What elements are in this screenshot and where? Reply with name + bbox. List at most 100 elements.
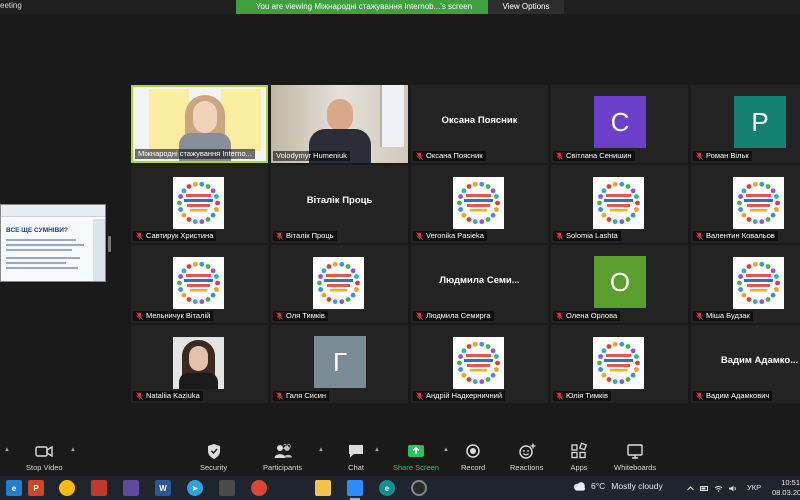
participant-tile[interactable]: Юлія Тимків [551, 325, 688, 403]
clock-date: 08.03.20 [772, 488, 800, 497]
audio-options-caret[interactable]: ▲ [4, 447, 10, 453]
chrome-icon-2[interactable] [251, 480, 267, 496]
shared-slide: ВСЕ ЩЕ СУМНІВИ? [1, 219, 93, 281]
stop-video-button[interactable]: Stop Video [26, 442, 63, 472]
participant-name: Nataliia Kaziuka [146, 391, 200, 400]
system-clock[interactable]: 10:51 08.03.20 [772, 478, 800, 498]
apps-button[interactable]: Apps [569, 442, 589, 472]
chat-button[interactable]: Chat [346, 442, 366, 472]
participant-name-label: Валентин Ковальов [693, 231, 778, 241]
word-icon[interactable]: W [155, 480, 171, 496]
powerpoint-ribbon [1, 205, 105, 217]
archive-icon[interactable] [123, 480, 139, 496]
reactions-label: Reactions [510, 463, 544, 472]
participant-tile[interactable]: Volodymyr Humeniuk [271, 85, 408, 163]
apps-label: Apps [570, 463, 588, 472]
chat-options-caret[interactable]: ▲ [374, 447, 380, 453]
view-options-button[interactable]: View Options [488, 0, 564, 14]
chat-bubble-icon [349, 445, 363, 458]
participant-name: Вадим Адамкович [706, 391, 770, 400]
participant-tile[interactable]: Савтирук Христина [131, 165, 268, 243]
participant-name: Volodymyr Humeniuk [276, 151, 347, 160]
chrome-icon[interactable] [59, 480, 75, 496]
battery-icon[interactable] [700, 484, 709, 493]
whiteboards-label: Whiteboards [614, 463, 657, 472]
mic-muted-icon [416, 312, 423, 320]
obs-icon[interactable] [411, 480, 427, 496]
wifi-icon[interactable] [714, 484, 723, 493]
program-logo-icon [177, 261, 220, 305]
participant-name-label: Галя Сисин [273, 391, 330, 401]
speaker-icon[interactable] [728, 484, 737, 493]
participant-name: Solomia Lashta [566, 231, 618, 240]
participant-tile[interactable]: Оля Тимків [271, 245, 408, 323]
reactions-button[interactable]: Reactions [510, 442, 543, 472]
participant-name: Валентин Ковальов [706, 231, 775, 240]
gallery-grid: Міжнародні стажування Interno... Volodymy… [131, 85, 800, 405]
record-button[interactable]: Record [461, 442, 485, 472]
participant-tile[interactable]: Віталік Проць Віталік Проць [271, 165, 408, 243]
program-logo-icon [737, 261, 780, 305]
participant-name-label: Людмила Семирга [413, 311, 494, 321]
telegram-icon[interactable]: ➤ [187, 480, 203, 496]
file-explorer-icon[interactable] [315, 480, 331, 496]
input-language[interactable]: УКР [747, 483, 761, 492]
participant-tile[interactable]: Nataliia Kaziuka [131, 325, 268, 403]
program-logo-icon [457, 181, 500, 225]
share-options-caret[interactable]: ▲ [443, 447, 449, 453]
participant-tile[interactable]: Г Галя Сисин [271, 325, 408, 403]
participant-tile[interactable]: Оксана Поясник Оксана Поясник [411, 85, 548, 163]
participant-name-label: Вадим Адамкович [693, 391, 773, 401]
participant-tile[interactable]: Вадим Адамко... Вадим Адамкович [691, 325, 800, 403]
participant-tile[interactable]: Валентин Ковальов [691, 165, 800, 243]
participant-name-label: Мельничук Віталій [133, 311, 214, 321]
participant-name-label: Віталік Проць [273, 231, 337, 241]
avatar-initial: C [594, 96, 646, 148]
participant-display-name: Віталік Проць [306, 195, 373, 206]
chevron-up-icon[interactable] [686, 484, 695, 493]
mic-muted-icon [416, 152, 423, 160]
smiley-plus-icon [518, 443, 536, 459]
weather-widget[interactable]: 6°C Mostly cloudy [572, 481, 663, 491]
participant-name: Оксана Поясник [426, 151, 483, 160]
powerpoint-icon[interactable]: P [28, 480, 44, 496]
participant-name-label: Міша Будзак [693, 311, 753, 321]
edge-icon-2[interactable]: e [379, 480, 395, 496]
panel-resize-handle[interactable] [108, 236, 111, 252]
participant-tile[interactable]: Veronika Pasieka [411, 165, 548, 243]
slide-text-line [6, 239, 76, 241]
participant-name-label: Оля Тимків [273, 311, 328, 321]
participant-tile[interactable]: Мельничук Віталій [131, 245, 268, 323]
participant-tile[interactable]: P Роман Вільк [691, 85, 800, 163]
video-options-caret[interactable]: ▲ [70, 447, 76, 453]
participant-name-label: Міжнародні стажування Interno... [135, 149, 255, 159]
mic-muted-icon [136, 312, 143, 320]
mic-muted-icon [136, 232, 143, 240]
whiteboards-button[interactable]: Whiteboards [614, 442, 656, 472]
meeting-controls-toolbar: ▲ Stop Video ▲ Security 20 Participants … [0, 436, 800, 476]
participant-name: Савтирук Христина [146, 231, 214, 240]
participant-tile[interactable]: C Світлана Сенишин [551, 85, 688, 163]
program-logo-icon [177, 181, 220, 225]
share-screen-button[interactable]: Share Screen [393, 442, 439, 472]
participant-name-label: Андрій Надкерничний [413, 391, 506, 401]
participant-tile[interactable]: Андрій Надкерничний [411, 325, 548, 403]
calculator-icon[interactable] [219, 480, 235, 496]
shared-screen-thumbnail[interactable]: ВСЕ ЩЕ СУМНІВИ? [0, 204, 106, 282]
participant-tile[interactable]: Міжнародні стажування Interno... [131, 85, 268, 163]
participants-button[interactable]: 20 Participants [263, 442, 302, 472]
participants-options-caret[interactable]: ▲ [318, 447, 324, 453]
apps-icon [571, 442, 588, 459]
share-screen-icon [407, 445, 424, 457]
participant-tile[interactable]: O Олена Орлова [551, 245, 688, 323]
participant-name: Людмила Семирга [426, 311, 491, 320]
zoom-icon[interactable] [347, 480, 363, 500]
profile-picture [453, 337, 504, 389]
participant-tile[interactable]: Людмила Семи... Людмила Семирга [411, 245, 548, 323]
security-button[interactable]: Security [200, 442, 227, 472]
participant-tile[interactable]: Solomia Lashta [551, 165, 688, 243]
document-icon[interactable] [91, 480, 107, 496]
clock-time: 10:51 [781, 478, 800, 487]
edge-icon[interactable]: e [6, 480, 22, 496]
participant-tile[interactable]: Міша Будзак [691, 245, 800, 323]
